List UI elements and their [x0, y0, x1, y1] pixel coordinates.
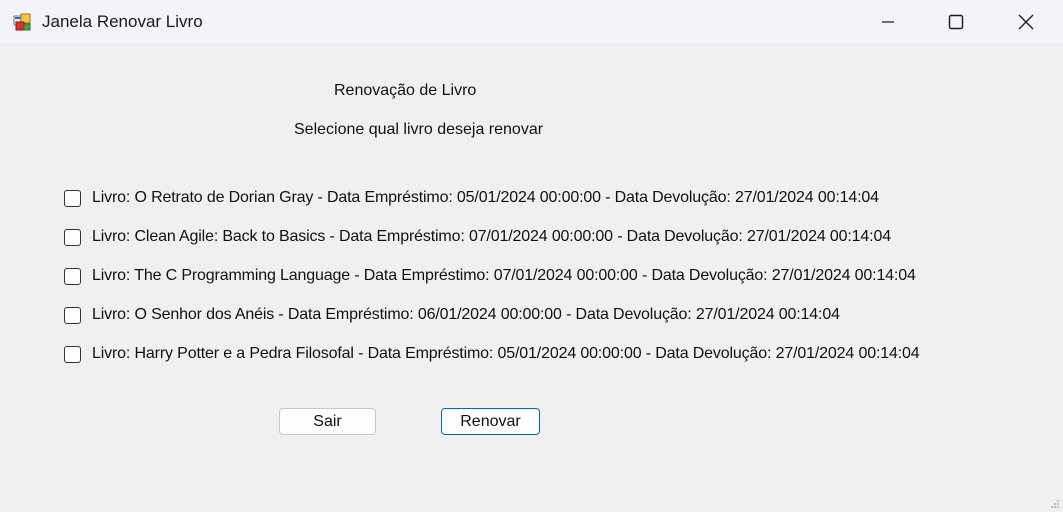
book-label[interactable]: Livro: Harry Potter e a Pedra Filosofal …: [92, 345, 920, 363]
book-checkbox-row[interactable]: Livro: Harry Potter e a Pedra Filosofal …: [64, 343, 920, 365]
page-title: Renovação de Livro: [334, 82, 477, 99]
checkbox[interactable]: [64, 306, 81, 324]
checkbox[interactable]: [64, 189, 81, 207]
book-checkbox-row[interactable]: Livro: O Retrato de Dorian Gray - Data E…: [64, 187, 879, 209]
book-checkbox-row[interactable]: Livro: The C Programming Language - Data…: [64, 265, 916, 287]
close-button[interactable]: [991, 0, 1061, 44]
book-checkbox-row[interactable]: Livro: O Senhor dos Anéis - Data Emprést…: [64, 304, 840, 326]
minimize-button[interactable]: [853, 0, 923, 44]
book-label[interactable]: Livro: Clean Agile: Back to Basics - Dat…: [92, 228, 891, 246]
window-title: Janela Renovar Livro: [42, 12, 203, 31]
close-icon: [1018, 14, 1034, 30]
app-icon: [13, 13, 31, 31]
resize-grip-icon[interactable]: [1050, 499, 1060, 509]
book-label[interactable]: Livro: The C Programming Language - Data…: [92, 267, 916, 285]
checkbox[interactable]: [64, 345, 81, 363]
book-checkbox-row[interactable]: Livro: Clean Agile: Back to Basics - Dat…: [64, 226, 891, 248]
checkbox[interactable]: [64, 267, 81, 285]
checkbox[interactable]: [64, 228, 81, 246]
minimize-icon: [882, 21, 894, 23]
page-subtitle: Selecione qual livro deseja renovar: [294, 121, 544, 138]
form-body: Renovação de Livro Selecione qual livro …: [0, 45, 1063, 512]
exit-button[interactable]: Sair: [279, 408, 376, 435]
maximize-button[interactable]: [921, 0, 991, 44]
title-bar[interactable]: Janela Renovar Livro: [0, 0, 1063, 45]
book-label[interactable]: Livro: O Senhor dos Anéis - Data Emprést…: [92, 306, 840, 324]
maximize-icon: [948, 14, 964, 30]
book-label[interactable]: Livro: O Retrato de Dorian Gray - Data E…: [92, 189, 879, 207]
renew-button[interactable]: Renovar: [441, 408, 540, 435]
